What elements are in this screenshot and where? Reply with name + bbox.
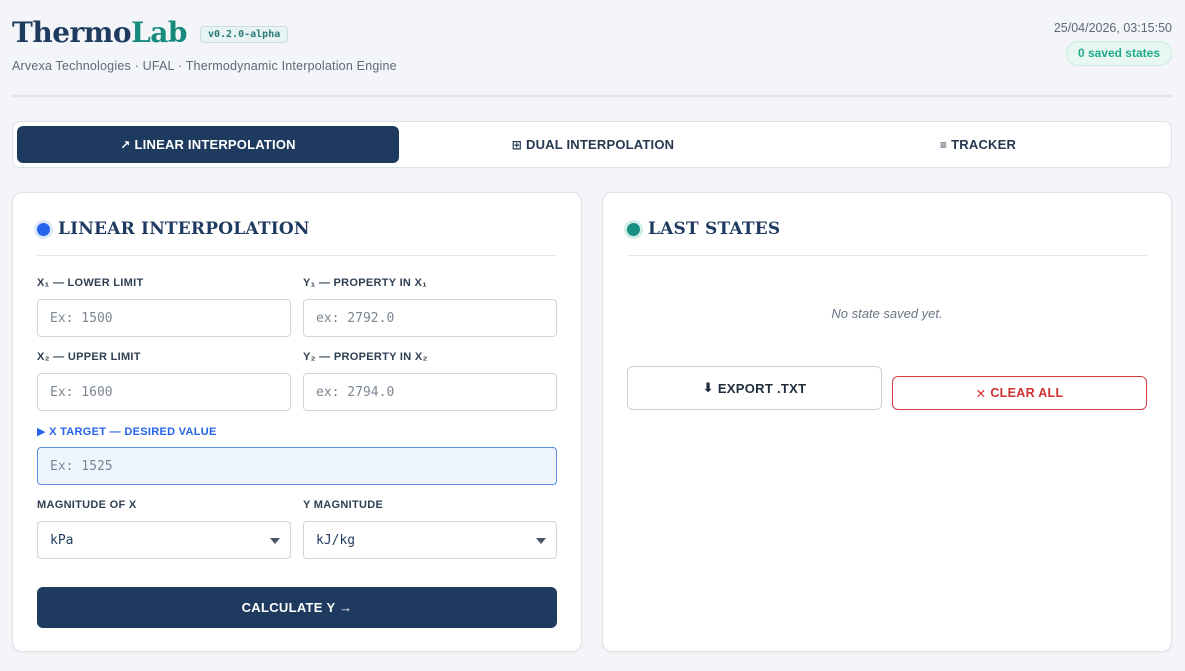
grid-icon: ⊞ xyxy=(511,137,522,152)
x-target-label: ▶ X TARGET — DESIRED VALUE xyxy=(37,426,217,438)
status-dot-icon xyxy=(37,222,50,236)
divider xyxy=(37,255,557,256)
clear-all-button[interactable]: ✕ CLEAR ALL xyxy=(892,376,1147,410)
tab-label: LINEAR INTERPOLATION xyxy=(134,137,296,152)
linear-interpolation-panel: LINEAR INTERPOLATION X₁ — LOWER LIMIT Y₁… xyxy=(12,192,582,652)
app-subtitle: Arvexa Technologies · UFAL · Thermodynam… xyxy=(12,59,397,73)
brand: ThermoLab v0.2.0-alpha xyxy=(12,16,289,49)
x1-lower-limit-input[interactable] xyxy=(37,299,291,337)
magnitude-y-label: Y MAGNITUDE xyxy=(303,499,384,511)
close-icon: ✕ xyxy=(975,386,987,401)
app-logo: ThermoLab xyxy=(12,16,187,49)
magnitude-y-select[interactable]: kJ/kg xyxy=(303,521,557,559)
select-value: kJ/kg xyxy=(316,532,356,548)
y2-property-input[interactable] xyxy=(303,373,557,411)
calculate-y-button[interactable]: CALCULATE Y → xyxy=(37,587,557,628)
arrow-up-right-icon: ↗ xyxy=(120,137,131,152)
logo-part-lab: Lab xyxy=(131,16,187,49)
version-badge: v0.2.0-alpha xyxy=(199,26,289,43)
button-label: CLEAR ALL xyxy=(990,386,1064,400)
divider xyxy=(627,255,1147,256)
x2-upper-limit-input[interactable] xyxy=(37,373,291,411)
export-txt-button[interactable]: ⬇ EXPORT .TXT xyxy=(627,366,882,410)
tab-dual-interpolation[interactable]: ⊞ DUAL INTERPOLATION xyxy=(402,126,784,163)
last-states-panel: LAST STATES No state saved yet. ⬇ EXPORT… xyxy=(602,192,1172,652)
select-value: kPa xyxy=(50,532,74,548)
download-icon: ⬇ xyxy=(702,380,714,395)
datetime-display: 25/04/2026, 03:15:50 xyxy=(1053,21,1172,35)
y1-label: Y₁ — PROPERTY IN X₁ xyxy=(303,277,428,289)
list-icon: ≡ xyxy=(939,137,948,152)
magnitude-x-select[interactable]: kPa xyxy=(37,521,291,559)
panel-title: LAST STATES xyxy=(627,219,780,239)
y1-property-input[interactable] xyxy=(303,299,557,337)
magnitude-x-label: MAGNITUDE OF X xyxy=(37,499,137,511)
app-header: ThermoLab v0.2.0-alpha Arvexa Technologi… xyxy=(12,0,1173,97)
saved-states-badge: 0 saved states xyxy=(1065,41,1172,66)
status-dot-icon xyxy=(627,222,640,236)
empty-state-message: No state saved yet. xyxy=(831,306,943,321)
button-label: EXPORT .TXT xyxy=(717,380,807,396)
panel-title-text: LAST STATES xyxy=(648,219,781,239)
tab-label: DUAL INTERPOLATION xyxy=(525,137,675,152)
chevron-down-icon xyxy=(270,538,280,544)
tab-linear-interpolation[interactable]: ↗ LINEAR INTERPOLATION xyxy=(17,126,399,163)
y2-label: Y₂ — PROPERTY IN X₂ xyxy=(303,351,428,363)
tab-tracker[interactable]: ≡ TRACKER xyxy=(787,126,1169,163)
panel-title: LINEAR INTERPOLATION xyxy=(37,219,310,239)
x-target-input[interactable] xyxy=(37,447,557,485)
x2-label: X₂ — UPPER LIMIT xyxy=(37,351,141,363)
tab-bar: ↗ LINEAR INTERPOLATION ⊞ DUAL INTERPOLAT… xyxy=(12,121,1172,168)
tab-label: TRACKER xyxy=(951,137,1017,152)
x1-label: X₁ — LOWER LIMIT xyxy=(37,277,144,289)
panel-title-text: LINEAR INTERPOLATION xyxy=(58,219,310,239)
chevron-down-icon xyxy=(536,538,546,544)
logo-part-thermo: Thermo xyxy=(12,16,132,49)
